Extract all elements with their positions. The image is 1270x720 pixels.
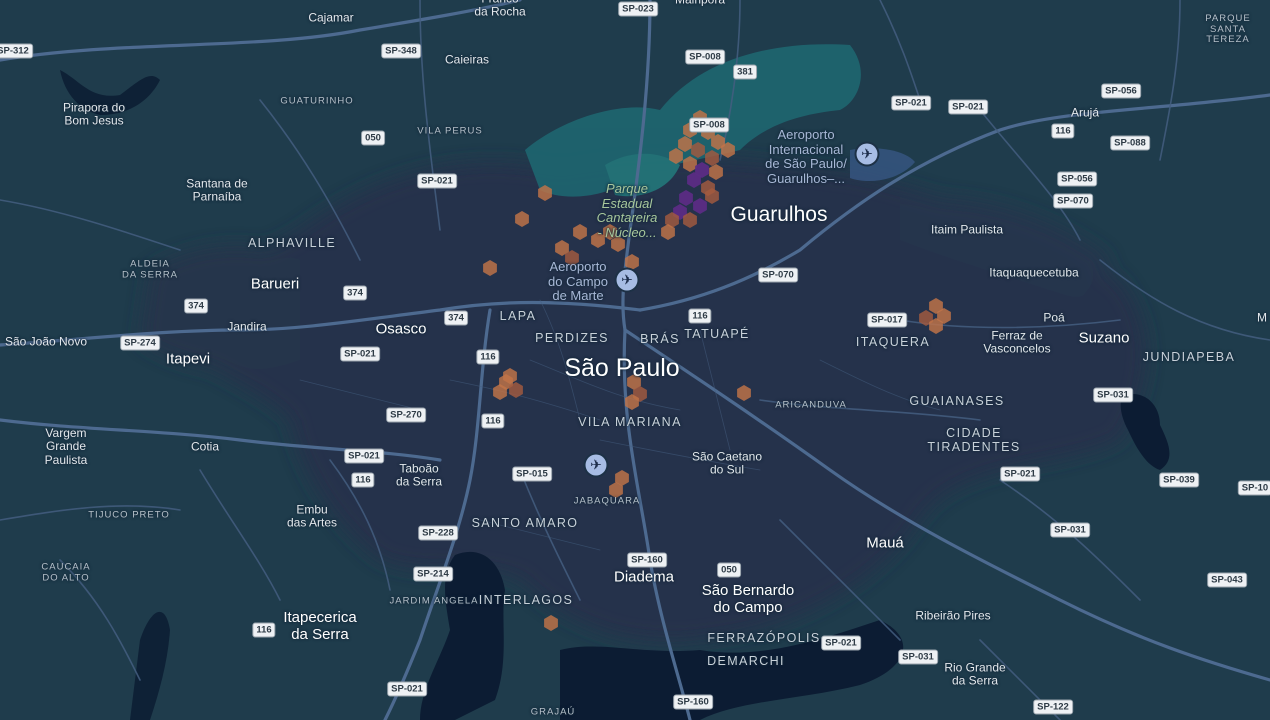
highway-shield: SP-160 — [673, 694, 713, 710]
highway-shield: SP-023 — [618, 1, 658, 17]
highway-shield: SP-043 — [1207, 572, 1247, 588]
highway-shield: SP-021 — [948, 99, 988, 115]
map-base — [0, 0, 1270, 720]
highway-shield: SP-021 — [344, 448, 384, 464]
highway-shield: SP-021 — [891, 95, 931, 111]
highway-shield: 381 — [733, 64, 757, 80]
highway-shield: SP-008 — [689, 117, 729, 133]
highway-shield: 050 — [717, 562, 741, 578]
highway-shield: 050 — [361, 130, 385, 146]
highway-shield: 116 — [476, 349, 500, 365]
highway-shield: SP-214 — [413, 566, 453, 582]
highway-shield: SP-031 — [898, 649, 938, 665]
highway-shield: 374 — [343, 285, 367, 301]
highway-shield: SP-039 — [1159, 472, 1199, 488]
highway-shield: SP-10 — [1237, 480, 1270, 496]
highway-shield: 116 — [481, 413, 505, 429]
highway-shield: 374 — [184, 298, 208, 314]
airplane-icon[interactable]: ✈ — [856, 143, 878, 165]
highway-shield: SP-008 — [685, 49, 725, 65]
highway-shield: 116 — [351, 472, 375, 488]
highway-shield: SP-270 — [386, 407, 426, 423]
airplane-icon[interactable]: ✈ — [585, 454, 607, 476]
highway-shield: SP-056 — [1057, 171, 1097, 187]
highway-shield: SP-021 — [1000, 466, 1040, 482]
highway-shield: SP-021 — [821, 635, 861, 651]
highway-shield: SP-021 — [340, 346, 380, 362]
highway-shield: 374 — [444, 310, 468, 326]
highway-shield: SP-274 — [120, 335, 160, 351]
highway-shield: SP-031 — [1093, 387, 1133, 403]
highway-shield: SP-088 — [1110, 135, 1150, 151]
highway-shield: SP-031 — [1050, 522, 1090, 538]
highway-shield: SP-312 — [0, 43, 33, 59]
highway-shield: SP-348 — [381, 43, 421, 59]
highway-shield: SP-228 — [418, 525, 458, 541]
highway-shield: SP-056 — [1101, 83, 1141, 99]
highway-shield: SP-021 — [387, 681, 427, 697]
highway-shield: SP-070 — [758, 267, 798, 283]
highway-shield: 116 — [252, 622, 276, 638]
airplane-icon[interactable]: ✈ — [616, 269, 638, 291]
highway-shield: SP-021 — [417, 173, 457, 189]
highway-shield: SP-070 — [1053, 193, 1093, 209]
highway-shield: SP-122 — [1033, 699, 1073, 715]
highway-shield: SP-015 — [512, 466, 552, 482]
highway-shield: SP-017 — [867, 312, 907, 328]
highway-shield: 116 — [1051, 123, 1075, 139]
map-canvas[interactable]: São Paulo Guarulhos Osasco Barueri Itapevi Su… — [0, 0, 1270, 720]
highway-shield: 116 — [688, 308, 712, 324]
highway-shield: SP-160 — [627, 552, 667, 568]
